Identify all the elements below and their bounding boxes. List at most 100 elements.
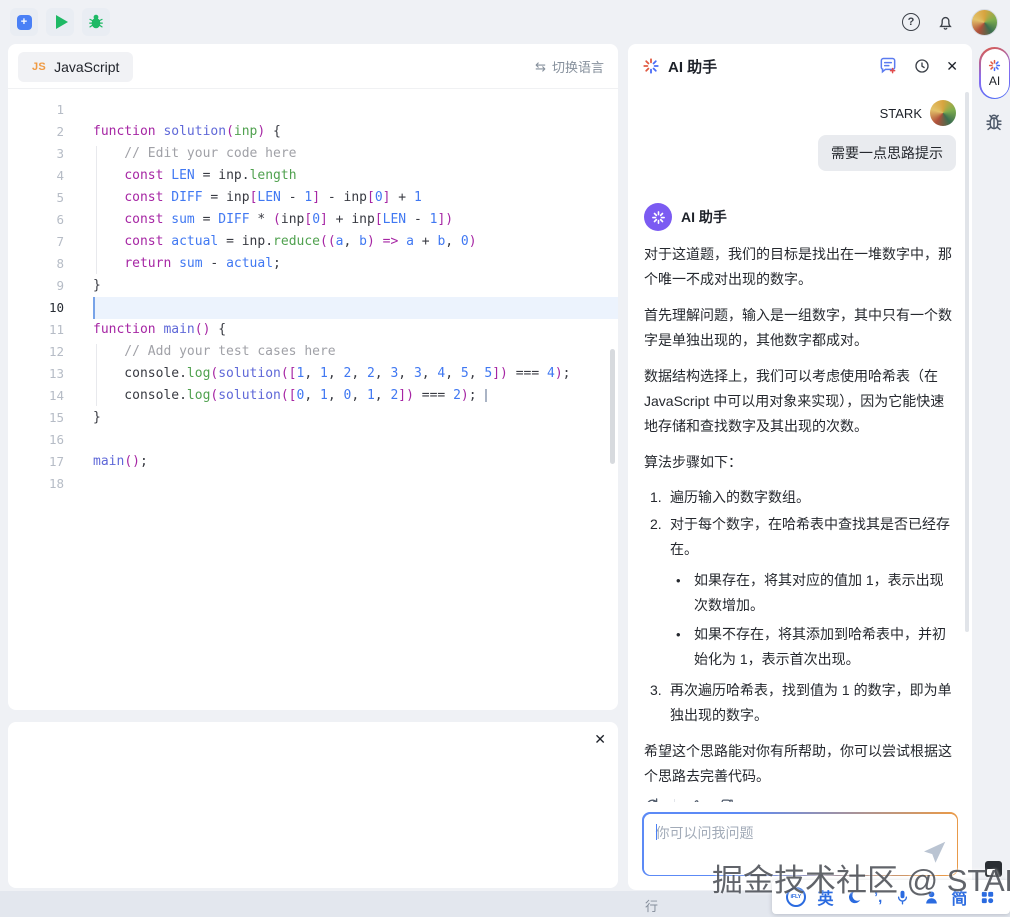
line-number: 17: [8, 451, 93, 473]
line-number: 13: [8, 363, 93, 385]
rail-debug-button[interactable]: [983, 112, 1005, 139]
line-number: 6: [8, 209, 93, 231]
line-number: 10: [8, 297, 93, 319]
code-line[interactable]: 13 console.log(solution([1, 1, 2, 2, 3, …: [8, 363, 618, 385]
chat-scroll-area[interactable]: STARK 需要一点思路提示 AI 助手 对于这道题，我们的目标是找出在一堆数字…: [628, 88, 972, 802]
code-line[interactable]: 9}: [8, 275, 618, 297]
indent-guide: [96, 344, 97, 406]
code-lines: 12function solution(inp) {3 // Edit your…: [8, 99, 618, 495]
bug-outline-icon: [983, 112, 1005, 134]
code-line[interactable]: 16: [8, 429, 618, 451]
line-number: 9: [8, 275, 93, 297]
editor-scrollbar[interactable]: [610, 349, 615, 464]
indent-guide: [96, 146, 97, 274]
assistant-paragraph: 数据结构选择上，我们可以考虑使用哈希表（在 JavaScript 中可以用对象来…: [644, 364, 956, 439]
ai-panel-scrollbar[interactable]: [965, 92, 969, 632]
line-number: 4: [8, 165, 93, 187]
user-name: STARK: [880, 106, 922, 121]
code-line[interactable]: 2function solution(inp) {: [8, 121, 618, 143]
watermark: 掘金技术社区 @ STARK: [712, 855, 1010, 900]
line-number: 2: [8, 121, 93, 143]
code-line[interactable]: 17main();: [8, 451, 618, 473]
tab-javascript[interactable]: JS JavaScript: [18, 52, 133, 82]
js-badge-icon: JS: [32, 61, 46, 73]
line-number: 3: [8, 143, 93, 165]
switch-language-label: 切换语言: [552, 57, 604, 76]
assistant-header: AI 助手: [644, 171, 956, 231]
switch-language-button[interactable]: ⇆ 切换语言: [535, 44, 604, 89]
code-line[interactable]: 3 // Edit your code here: [8, 143, 618, 165]
editor-tabbar: JS JavaScript ⇆ 切换语言: [8, 44, 618, 89]
tab-label: JavaScript: [54, 59, 119, 75]
user-avatar[interactable]: [971, 9, 998, 36]
console-close-icon[interactable]: ✕: [594, 731, 606, 748]
rail-ai-label: AI: [989, 74, 1000, 88]
code-line[interactable]: 5 const DIFF = inp[LEN - 1] - inp[0] + 1: [8, 187, 618, 209]
user-message-header: STARK: [644, 100, 956, 126]
ai-panel-header: AI 助手 ✕: [628, 44, 972, 88]
code-line[interactable]: 18: [8, 473, 618, 495]
list-item: •如果存在，将其对应的值加 1，表示出现次数增加。: [676, 568, 956, 618]
divider: [674, 799, 675, 803]
line-number: 8: [8, 253, 93, 275]
thumbs-down-icon[interactable]: [718, 797, 735, 802]
notification-bell-icon[interactable]: [936, 13, 955, 32]
line-number: 7: [8, 231, 93, 253]
text-caret: [656, 824, 658, 840]
code-line[interactable]: 10: [8, 297, 618, 319]
assistant-bullet-list: •如果存在，将其对应的值加 1，表示出现次数增加。•如果不存在，将其添加到哈希表…: [650, 568, 956, 672]
code-area[interactable]: 12function solution(inp) {3 // Edit your…: [8, 89, 618, 709]
line-number: 16: [8, 429, 93, 451]
code-line[interactable]: 11function main() {: [8, 319, 618, 341]
cursor-position-label: 行: [645, 896, 658, 915]
code-line[interactable]: 12 // Add your test cases here: [8, 341, 618, 363]
code-line[interactable]: 8 return sum - actual;: [8, 253, 618, 275]
new-file-button[interactable]: +: [10, 8, 38, 36]
assistant-name: AI 助手: [681, 207, 727, 227]
code-line[interactable]: 14 console.log(solution([0, 1, 0, 1, 2])…: [8, 385, 618, 407]
code-editor-panel: JS JavaScript ⇆ 切换语言 12function solution…: [8, 44, 618, 710]
list-item: 2.对于每个数字，在哈希表中查找其是否已经存在。: [650, 512, 956, 562]
swap-arrows-icon: ⇆: [535, 59, 546, 75]
code-line[interactable]: 1: [8, 99, 618, 121]
user-message-avatar: [930, 100, 956, 126]
play-icon: [56, 15, 68, 29]
code-line[interactable]: 6 const sum = DIFF * (inp[0] + inp[LEN -…: [8, 209, 618, 231]
ai-panel-title: AI 助手: [668, 56, 717, 77]
user-message-bubble: 需要一点思路提示: [818, 135, 956, 171]
plus-icon: +: [17, 15, 32, 30]
line-number: 5: [8, 187, 93, 209]
code-line[interactable]: 15}: [8, 407, 618, 429]
thumbs-up-icon[interactable]: [688, 797, 705, 802]
help-icon[interactable]: ?: [902, 13, 920, 31]
message-actions: [644, 797, 956, 802]
bug-icon: [87, 13, 105, 31]
assistant-ordered-list: 1.遍历输入的数字数组。2.对于每个数字，在哈希表中查找其是否已经存在。 •如果存…: [644, 485, 956, 728]
list-item: •如果不存在，将其添加到哈希表中，并初始化为 1，表示首次出现。: [676, 622, 956, 672]
regenerate-icon[interactable]: [644, 797, 661, 802]
assistant-paragraph: 希望这个思路能对你有所帮助，你可以尝试根据这个思路去完善代码。: [644, 739, 956, 789]
top-toolbar: + ?: [0, 0, 1010, 44]
history-icon[interactable]: [913, 57, 931, 75]
ai-panel-close-icon[interactable]: ✕: [946, 58, 958, 75]
ai-avatar: [644, 203, 672, 231]
run-button[interactable]: [46, 8, 74, 36]
assistant-paragraph: 算法步骤如下：: [644, 450, 956, 475]
sparkle-icon: [988, 59, 1001, 72]
line-number: 18: [8, 473, 93, 495]
sparkle-icon: [642, 57, 660, 75]
line-number: 14: [8, 385, 93, 407]
debug-button[interactable]: [82, 8, 110, 36]
assistant-paragraph: 首先理解问题，输入是一组数字，其中只有一个数字是单独出现的，其他数字都成对。: [644, 303, 956, 353]
rail-ai-toggle-button[interactable]: AI: [979, 47, 1010, 99]
line-number: 15: [8, 407, 93, 429]
line-number: 1: [8, 99, 93, 121]
console-output-panel: ✕: [8, 722, 618, 888]
new-chat-icon[interactable]: [878, 56, 898, 76]
list-item: 3.再次遍历哈希表，找到值为 1 的数字，即为单独出现的数字。: [650, 678, 956, 728]
line-number: 11: [8, 319, 93, 341]
ai-assistant-panel: AI 助手 ✕ STARK 需要一点思路提示: [628, 44, 972, 890]
code-line[interactable]: 7 const actual = inp.reduce((a, b) => a …: [8, 231, 618, 253]
list-item: 1.遍历输入的数字数组。: [650, 485, 956, 510]
code-line[interactable]: 4 const LEN = inp.length: [8, 165, 618, 187]
